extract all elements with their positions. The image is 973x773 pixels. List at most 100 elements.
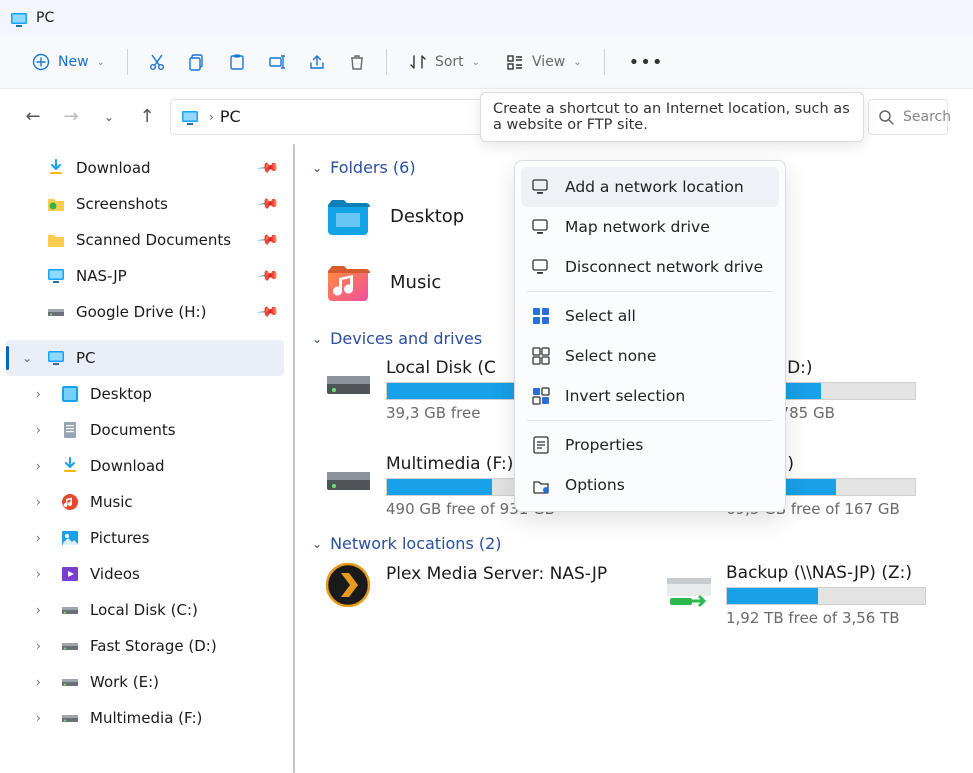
menu-item[interactable]: Options xyxy=(521,465,779,505)
folder-music-icon xyxy=(326,261,372,303)
monitor-plus-icon xyxy=(531,178,551,196)
sidebar-pc-child[interactable]: › Multimedia (F:) xyxy=(6,700,284,736)
menu-item[interactable]: Select all xyxy=(521,296,779,336)
chevron-right-icon[interactable]: › xyxy=(36,567,50,581)
sidebar-item-label: NAS-JP xyxy=(76,267,249,285)
menu-item[interactable]: Disconnect network drive xyxy=(521,247,779,287)
share-button[interactable] xyxy=(300,47,334,77)
sidebar-pc-item[interactable]: ⌄ PC xyxy=(6,340,284,376)
sidebar-pc-child[interactable]: › Download xyxy=(6,448,284,484)
sidebar-pc-child[interactable]: › Pictures xyxy=(6,520,284,556)
sidebar-pc-child[interactable]: › Local Disk (C:) xyxy=(6,592,284,628)
chevron-down-icon[interactable]: ⌄ xyxy=(22,351,36,365)
search-input[interactable]: Search xyxy=(868,99,948,135)
sidebar-quickaccess-item[interactable]: Download 📌 xyxy=(6,150,284,186)
network-tile-backup[interactable]: Backup (\\NAS-JP) (Z:) 1,92 TB free of 3… xyxy=(666,563,946,627)
view-button[interactable]: View ⌄ xyxy=(496,47,592,77)
network-tile-plex[interactable]: Plex Media Server: NAS-JP xyxy=(326,563,626,627)
sidebar-pc-child[interactable]: › Work (E:) xyxy=(6,664,284,700)
drive-free: 1,92 TB free of 3,56 TB xyxy=(726,609,946,627)
network-drive-icon xyxy=(666,563,710,607)
drive-ssd-icon xyxy=(60,637,80,655)
menu-item[interactable]: Invert selection xyxy=(521,376,779,416)
plex-icon xyxy=(326,563,370,607)
drive-ssd-icon xyxy=(60,709,80,727)
delete-button[interactable] xyxy=(340,47,374,77)
pin-icon: 📌 xyxy=(255,300,279,323)
chevron-down-icon: ⌄ xyxy=(97,57,105,68)
monitor-x-icon xyxy=(531,258,551,276)
chevron-right-icon: › xyxy=(209,110,214,124)
forward-button[interactable]: → xyxy=(56,102,86,132)
sidebar-quickaccess-item[interactable]: Screenshots 📌 xyxy=(6,186,284,222)
desktop-icon xyxy=(60,385,80,403)
view-label: View xyxy=(532,54,565,70)
menu-item-label: Map network drive xyxy=(565,218,710,236)
pc-icon xyxy=(10,11,28,25)
chevron-right-icon[interactable]: › xyxy=(36,639,50,653)
copy-button[interactable] xyxy=(180,47,214,77)
sort-label: Sort xyxy=(435,54,464,70)
rename-button[interactable] xyxy=(260,47,294,77)
menu-item[interactable]: Add a network location xyxy=(521,167,779,207)
pictures-icon xyxy=(60,529,80,547)
folder-green-icon xyxy=(46,195,66,213)
back-button[interactable]: ← xyxy=(18,102,48,132)
sidebar-quickaccess-item[interactable]: NAS-JP 📌 xyxy=(6,258,284,294)
titlebar: PC xyxy=(0,0,973,36)
sidebar-pc-child[interactable]: › Music xyxy=(6,484,284,520)
chevron-right-icon[interactable]: › xyxy=(36,675,50,689)
up-button[interactable]: ↑ xyxy=(132,102,162,132)
chevron-right-icon[interactable]: › xyxy=(36,459,50,473)
sidebar-item-label: Documents xyxy=(90,421,276,439)
new-button[interactable]: New ⌄ xyxy=(22,47,115,77)
recent-button[interactable]: ⌄ xyxy=(94,102,124,132)
menu-item-label: Invert selection xyxy=(565,387,685,405)
sort-button[interactable]: Sort ⌄ xyxy=(399,47,490,77)
options-icon xyxy=(531,476,551,494)
sidebar: Download 📌 Screenshots 📌 Scanned Documen… xyxy=(0,144,290,773)
sidebar-item-label: Multimedia (F:) xyxy=(90,709,276,727)
sidebar-item-label: Desktop xyxy=(90,385,276,403)
drive-ssd-icon xyxy=(60,601,80,619)
chevron-right-icon[interactable]: › xyxy=(36,531,50,545)
menu-item-label: Select none xyxy=(565,347,656,365)
menu-item[interactable]: Map network drive xyxy=(521,207,779,247)
monitor-drive-icon xyxy=(531,218,551,236)
cut-button[interactable] xyxy=(140,47,174,77)
pin-icon: 📌 xyxy=(255,264,279,287)
chevron-right-icon[interactable]: › xyxy=(36,711,50,725)
paste-button[interactable] xyxy=(220,47,254,77)
monitor-icon xyxy=(46,349,66,367)
menu-item[interactable]: Select none xyxy=(521,336,779,376)
toolbar: New ⌄ Sort ⌄ View ⌄ ••• xyxy=(0,36,973,88)
separator xyxy=(127,49,128,75)
sidebar-pc-child[interactable]: › Videos xyxy=(6,556,284,592)
chevron-right-icon[interactable]: › xyxy=(36,387,50,401)
address-location[interactable]: PC xyxy=(220,107,241,126)
select-all-icon xyxy=(531,307,551,325)
sidebar-quickaccess-item[interactable]: Scanned Documents 📌 xyxy=(6,222,284,258)
pin-icon: 📌 xyxy=(255,156,279,179)
sidebar-pc-child[interactable]: › Fast Storage (D:) xyxy=(6,628,284,664)
chevron-right-icon[interactable]: › xyxy=(36,495,50,509)
sidebar-item-label: Download xyxy=(76,159,249,177)
splitter[interactable] xyxy=(290,144,296,773)
sidebar-pc-child[interactable]: › Desktop xyxy=(6,376,284,412)
videos-icon xyxy=(60,565,80,583)
chevron-down-icon: ⌄ xyxy=(312,161,322,175)
sidebar-quickaccess-item[interactable]: Google Drive (H:) 📌 xyxy=(6,294,284,330)
chevron-down-icon: ⌄ xyxy=(312,332,322,346)
chevron-right-icon[interactable]: › xyxy=(36,603,50,617)
context-menu: Add a network location Map network drive… xyxy=(514,160,786,512)
chevron-right-icon[interactable]: › xyxy=(36,423,50,437)
chevron-down-icon: ⌄ xyxy=(312,537,322,551)
sidebar-item-label: Scanned Documents xyxy=(76,231,249,249)
search-placeholder: Search xyxy=(903,109,951,125)
sidebar-pc-child[interactable]: › Documents xyxy=(6,412,284,448)
music-icon xyxy=(60,493,80,511)
group-header-network[interactable]: ⌄Network locations (2) xyxy=(312,534,959,553)
menu-item[interactable]: Properties xyxy=(521,425,779,465)
chevron-down-icon: ⌄ xyxy=(472,57,480,68)
more-button[interactable]: ••• xyxy=(621,46,672,79)
